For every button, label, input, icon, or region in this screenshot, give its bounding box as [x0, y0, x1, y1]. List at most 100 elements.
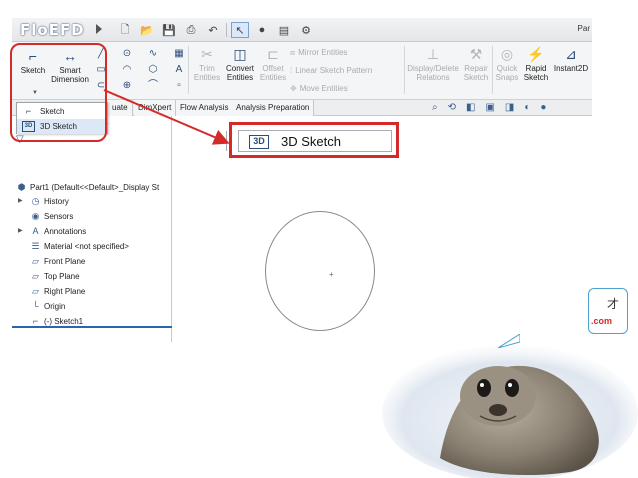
circle-tool-icon[interactable]: ⊙	[120, 48, 134, 60]
move-entities-button[interactable]: ✥ Move Entities	[290, 84, 348, 93]
save-icon[interactable]: 💾	[160, 22, 178, 38]
file-properties-icon[interactable]: ▤	[275, 22, 293, 38]
tab-analysis-preparation[interactable]: Analysis Preparation	[232, 100, 315, 116]
part-icon: ⬢	[17, 182, 26, 192]
trim-entities-button[interactable]: ✂ Trim Entities	[192, 46, 222, 82]
tree-item-origin[interactable]: └ Origin	[30, 299, 65, 313]
rectangle-icon[interactable]: ▭	[94, 64, 108, 76]
solidworks-window: FloEFD 🗋 📂 💾 ⎙ ↶ ↖ ● ▤ ⚙ Par ⌐ Sketch ↔ …	[12, 18, 592, 342]
tab-flow-analysis[interactable]: Flow Analysis	[176, 100, 234, 116]
polygon-icon[interactable]: ⬡	[146, 64, 160, 76]
mirror-icon: ⧈	[290, 48, 296, 57]
tree-item-material[interactable]: ☰ Material <not specified>	[30, 239, 128, 253]
offset-entities-button[interactable]: ⊏ Offset Entities	[258, 46, 288, 82]
expand-arrow-icon[interactable]: ▶	[18, 194, 23, 208]
traffic-light-icon[interactable]: ●	[253, 22, 271, 38]
appearance-icon[interactable]: ●	[540, 102, 546, 115]
menu-item-sketch-label: Sketch	[40, 107, 65, 116]
tree-item-history[interactable]: ▶ ◷ History	[18, 194, 69, 208]
command-manager-ribbon: ⌐ Sketch ↔ Smart Dimension ╱ ⊙ ∿ ▦ ▭ ◠ ⬡…	[12, 42, 592, 100]
previous-view-icon[interactable]: ⟲	[448, 102, 456, 115]
history-icon: ◷	[31, 196, 40, 206]
sketch-dropdown-menu: ⌐ Sketch 3D 3D Sketch	[16, 102, 108, 134]
zoom-icon[interactable]: ⌕	[432, 102, 438, 115]
tree-item-part[interactable]: ⬢ Part1 (Default<<Default>_Display St	[16, 180, 160, 194]
mirror-entities-button[interactable]: ⧈ Mirror Entities	[290, 48, 347, 58]
sketch-dropdown-caret-icon[interactable]: ▼	[32, 90, 38, 96]
undo-icon[interactable]: ↶	[204, 22, 222, 38]
ribbon-separator	[188, 46, 189, 94]
display-delete-relations-button[interactable]: ⊥ Display/Delete Relations	[406, 46, 460, 82]
display-style-icon[interactable]: ◨	[505, 102, 514, 115]
ribbon-separator	[404, 46, 405, 94]
relations-icon: ⊥	[426, 46, 440, 62]
hide-show-icon[interactable]: ◐	[524, 102, 530, 115]
rapid-sketch-button[interactable]: ⚡ Rapid Sketch	[522, 46, 550, 82]
feature-manager-tree: ⚙ ☰ ⧉ ⊕ ◕ › ▽ ⬢Part1 (Default<<Default>_…	[12, 116, 172, 342]
bubble-character: 才	[607, 297, 620, 311]
3d-sketch-callout: 3D 3D Sketch	[226, 122, 399, 158]
tab-evaluate[interactable]: uate	[108, 100, 133, 116]
callout-divider	[226, 131, 230, 151]
convert-entities-icon: ◫	[233, 46, 247, 62]
origin-icon: └	[32, 301, 39, 311]
tab-dimxpert[interactable]: DimXpert	[134, 100, 177, 116]
expand-arrow-icon[interactable]: ▶	[18, 224, 23, 238]
3d-sketch-icon: 3D	[249, 135, 269, 149]
heads-up-view-toolbar: ⌕ ⟲ ◧ ▣ ◨ ◐ ●	[432, 102, 546, 115]
fillet-icon[interactable]: ⌒	[146, 80, 160, 92]
new-document-icon[interactable]: 🗋	[116, 22, 134, 38]
convert-entities-button[interactable]: ◫ Convert Entities	[224, 46, 256, 82]
tree-item-top-plane[interactable]: ▱ Top Plane	[30, 269, 80, 283]
document-title: Par	[577, 24, 590, 33]
3d-sketch-icon: 3D	[22, 121, 35, 132]
menu-item-sketch[interactable]: ⌐ Sketch	[17, 104, 107, 119]
line-icon[interactable]: ╱	[94, 48, 108, 60]
convert-entities-label: Convert Entities	[225, 64, 254, 82]
open-document-icon[interactable]: 📂	[138, 22, 156, 38]
bubble-domain-text: .com	[591, 316, 613, 326]
circle-center-point[interactable]: +	[329, 270, 334, 279]
sketch-button[interactable]: ⌐ Sketch	[16, 48, 50, 75]
spline-icon[interactable]: ∿	[146, 48, 160, 60]
smart-dimension-icon: ↔	[63, 48, 77, 64]
plane-icon: ▱	[32, 286, 39, 296]
callout-menu-item[interactable]: 3D 3D Sketch	[238, 130, 392, 152]
tree-item-origin-label: Origin	[44, 302, 66, 311]
arc-icon[interactable]: ◠	[120, 64, 134, 76]
print-icon[interactable]: ⎙	[182, 22, 200, 38]
centerline-icon[interactable]: ▫	[172, 80, 186, 92]
tree-item-sensors[interactable]: ◉ Sensors	[30, 209, 74, 223]
menu-item-3d-sketch-label: 3D Sketch	[40, 122, 77, 131]
tree-item-annotations[interactable]: ▶ A Annotations	[18, 224, 87, 238]
smart-dimension-label: Smart Dimension	[51, 66, 89, 84]
tree-item-front-plane[interactable]: ▱ Front Plane	[30, 254, 85, 268]
title-bar: FloEFD 🗋 📂 💾 ⎙ ↶ ↖ ● ▤ ⚙ Par	[12, 18, 592, 42]
repair-sketch-button[interactable]: ⚒ Repair Sketch	[462, 46, 490, 82]
filter-icon[interactable]: ▽	[16, 134, 24, 145]
menu-item-3d-sketch[interactable]: 3D 3D Sketch	[17, 119, 107, 134]
tree-rollback-bar[interactable]	[12, 326, 172, 328]
tree-item-right-plane[interactable]: ▱ Right Plane	[30, 284, 85, 298]
rapid-sketch-icon: ⚡	[527, 46, 545, 62]
display-delete-relations-label: Display/Delete Relations	[407, 64, 459, 82]
text-tool-icon[interactable]: A	[172, 64, 186, 76]
logo-menu-arrow-icon[interactable]	[96, 24, 102, 34]
seal-photo	[382, 345, 638, 478]
instant2d-button[interactable]: ⊿ Instant2D	[552, 46, 590, 73]
linear-sketch-pattern-button[interactable]: ⁞ Linear Sketch Pattern	[290, 66, 372, 75]
options-gear-icon[interactable]: ⚙	[297, 22, 315, 38]
view-orientation-icon[interactable]: ▣	[485, 102, 494, 115]
select-pointer-icon[interactable]: ↖	[231, 22, 249, 38]
tree-item-annotations-label: Annotations	[44, 227, 87, 236]
trim-entities-label: Trim Entities	[193, 64, 221, 82]
linear-sketch-pattern-label: Linear Sketch Pattern	[295, 66, 373, 75]
app-logo: FloEFD	[20, 21, 85, 39]
sketch-circle[interactable]	[265, 211, 375, 331]
slot-icon[interactable]: ⊂	[94, 80, 108, 92]
section-view-icon[interactable]: ◧	[466, 102, 475, 115]
point-icon[interactable]: ⊕	[120, 80, 134, 92]
smart-dimension-button[interactable]: ↔ Smart Dimension	[50, 48, 90, 84]
quick-snaps-button[interactable]: ◎ Quick Snaps	[494, 46, 520, 82]
grid-icon[interactable]: ▦	[172, 48, 186, 60]
